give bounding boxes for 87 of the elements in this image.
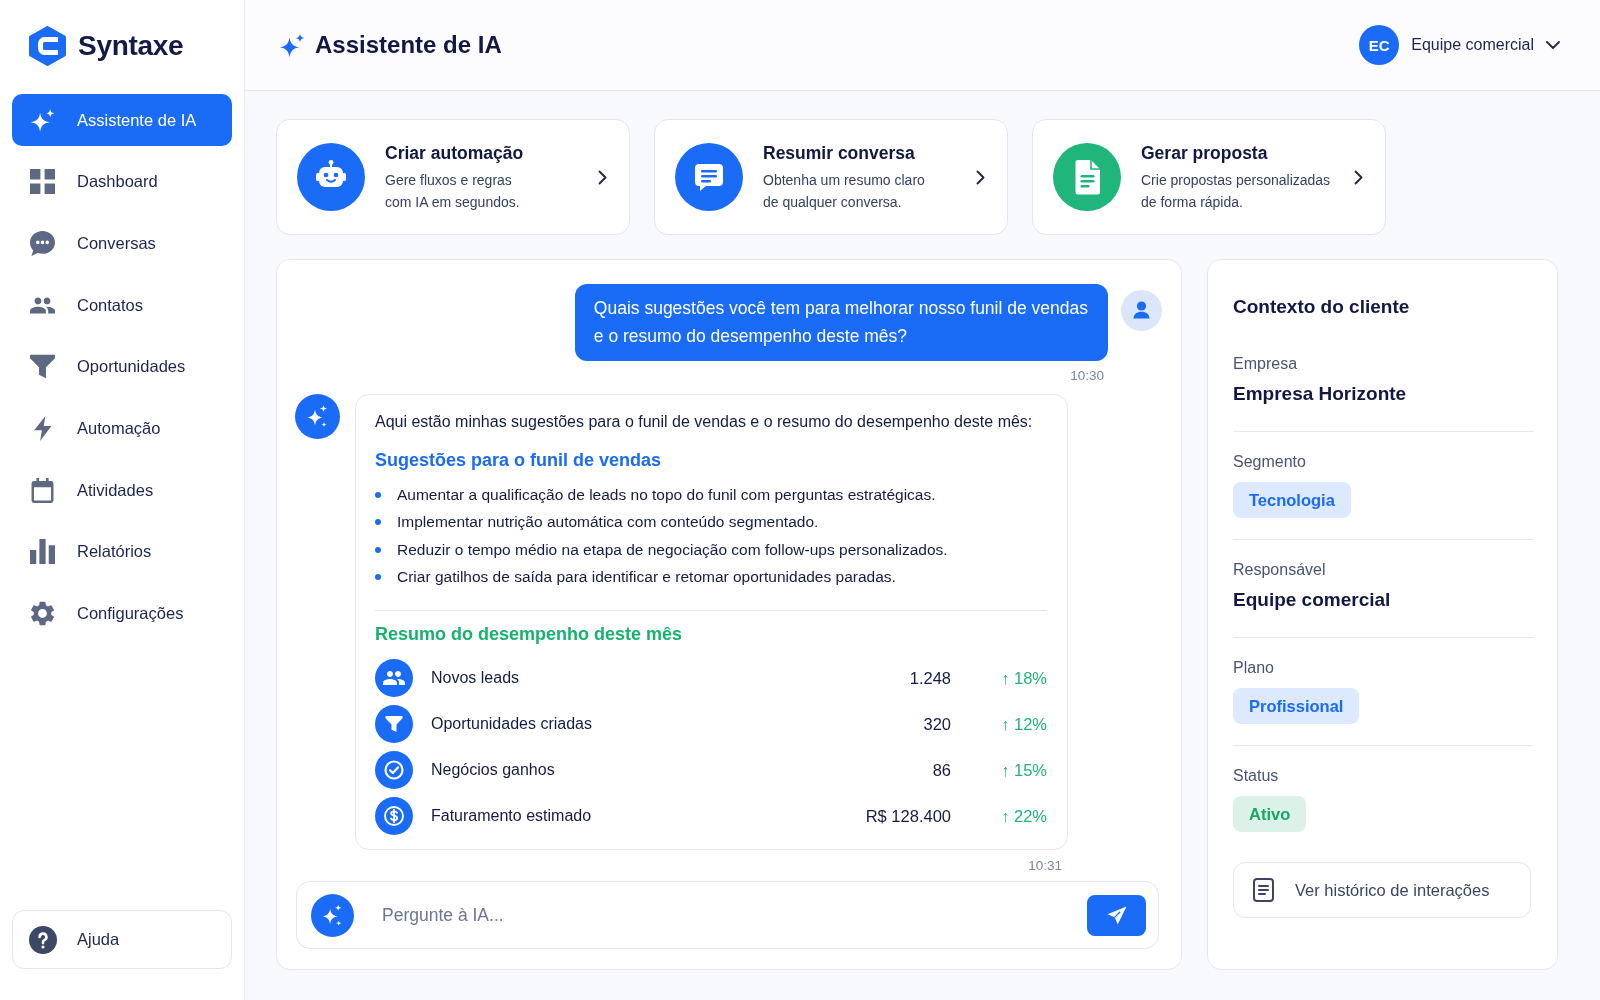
sparkle-icon xyxy=(30,107,55,133)
sidebar-item[interactable]: Relatórios xyxy=(12,525,232,578)
metric-change: ↑ 12% xyxy=(1001,714,1047,734)
metric-value: 86 xyxy=(932,760,951,780)
history-button[interactable]: Ver histórico de interações xyxy=(1233,862,1531,918)
field-label: Empresa xyxy=(1233,354,1298,374)
list-item-text: Implementar nutrição automática com conteúdo segmentado. xyxy=(397,513,819,532)
sparkle-avatar-icon xyxy=(295,394,340,439)
send-icon xyxy=(1106,905,1127,925)
sparkle-icon xyxy=(311,893,354,937)
bullet-icon xyxy=(375,491,381,498)
sidebar-item[interactable]: Assistente de IA xyxy=(12,94,232,146)
help-icon xyxy=(29,925,57,954)
person-avatar-icon xyxy=(1121,290,1162,331)
check-circle-icon xyxy=(375,751,413,789)
bullet-icon xyxy=(375,574,381,581)
document-icon xyxy=(1253,878,1274,902)
metric-change: ↑ 15% xyxy=(1001,760,1047,780)
sidebar-item[interactable]: Automação xyxy=(12,402,232,455)
logo-icon xyxy=(29,26,66,66)
panel-title: Contexto do cliente xyxy=(1233,295,1410,319)
field-label: Segmento xyxy=(1233,452,1306,472)
field-label: Status xyxy=(1233,766,1279,786)
chevron-right-icon xyxy=(976,169,985,185)
people-icon xyxy=(375,659,413,697)
funnel-icon xyxy=(30,354,55,380)
field-label: Plano xyxy=(1233,658,1274,678)
chat-bubble-icon xyxy=(30,230,55,256)
metric-label: Novos leads xyxy=(431,669,520,687)
message-text: Aqui estão minhas sugestões para o funil de vendas e o resumo do desempenho deste mês: xyxy=(375,412,1033,432)
list-item-text: Aumentar a qualificação de leads no topo do funil com perguntas estratégicas. xyxy=(397,485,936,504)
field-value: Equipe comercial xyxy=(1233,588,1391,612)
grid-icon xyxy=(30,169,55,195)
user-avatar: EC xyxy=(1359,25,1400,65)
chevron-right-icon xyxy=(1354,169,1363,185)
card-title: Criar automação xyxy=(385,141,524,164)
field-tag: Tecnologia xyxy=(1233,482,1351,518)
app-name: Syntaxe xyxy=(78,30,184,62)
metric-label: Negócios ganhos xyxy=(431,761,555,779)
user-message: Quais sugestões você tem para melhorar nosso funil de vendas e o resumo do desempenho deste mês? xyxy=(574,284,1108,361)
field-value: Empresa Horizonte xyxy=(1233,382,1407,406)
dollar-icon xyxy=(375,797,413,835)
field-tag: Ativo xyxy=(1233,796,1307,832)
chevron-right-icon xyxy=(598,169,607,185)
settings-icon xyxy=(30,601,55,626)
send-button[interactable] xyxy=(1087,894,1146,936)
quick-action-card[interactable]: Criar automação Gere fluxos e regras com IA em segundos. xyxy=(276,119,630,235)
calendar-icon xyxy=(30,477,55,503)
page-title: Assistente de IA xyxy=(315,31,502,59)
sidebar-item[interactable]: Configurações xyxy=(12,587,232,640)
card-title: Resumir conversa xyxy=(763,141,915,164)
message-time: 10:31 xyxy=(1028,858,1062,874)
card-title: Gerar proposta xyxy=(1141,141,1268,164)
list-item-text: Criar gatilhos de saída para identificar e retomar oportunidades paradas. xyxy=(397,568,896,587)
metric-value: 320 xyxy=(923,714,951,734)
sidebar-item[interactable]: Conversas xyxy=(12,217,232,270)
help-button[interactable]: Ajuda xyxy=(12,910,232,969)
metric-value: R$ 128.400 xyxy=(865,806,951,826)
card-description: Gere fluxos e regras com IA em segundos. xyxy=(385,170,520,212)
section-heading: Resumo do desempenho deste mês xyxy=(375,623,683,646)
metric-label: Faturamento estimado xyxy=(431,807,592,825)
bullet-icon xyxy=(375,519,381,526)
metric-label: Oportunidades criadas xyxy=(431,715,592,733)
chevron-down-icon xyxy=(1546,41,1560,49)
field-tag: Profissional xyxy=(1233,688,1360,724)
sidebar-item[interactable]: Dashboard xyxy=(12,155,232,208)
section-heading: Sugestões para o funil de vendas xyxy=(375,449,662,472)
field-label: Responsável xyxy=(1233,560,1326,580)
message-time: 10:30 xyxy=(1070,368,1104,384)
sidebar-item[interactable]: Oportunidades xyxy=(12,340,232,393)
sparkle-icon xyxy=(279,32,305,58)
metric-change: ↑ 18% xyxy=(1001,668,1047,688)
metric-value: 1.248 xyxy=(909,668,951,688)
quick-action-card[interactable]: Gerar proposta Crie propostas personalizadas de forma rápida. xyxy=(1032,119,1386,235)
funnel-icon xyxy=(375,705,413,743)
bar-chart-icon xyxy=(30,539,55,565)
message-input[interactable]: Pergunte à IA... xyxy=(382,895,1059,935)
card-description: Obtenha um resumo claro de qualquer conversa. xyxy=(763,170,925,212)
user-menu[interactable]: EC Equipe comercial xyxy=(1359,25,1560,65)
sidebar-item[interactable]: Contatos xyxy=(12,279,232,332)
bullet-icon xyxy=(375,546,381,553)
chat-input-bar[interactable]: Pergunte à IA... xyxy=(296,881,1159,949)
sidebar-item[interactable]: Atividades xyxy=(12,464,232,517)
list-item-text: Reduzir o tempo médio na etapa de negociação com follow-ups personalizados. xyxy=(397,540,948,559)
metric-change: ↑ 22% xyxy=(1001,806,1047,826)
card-description: Crie propostas personalizadas de forma rápida. xyxy=(1141,170,1331,212)
quick-action-card[interactable]: Resumir conversa Obtenha um resumo claro de qualquer conversa. xyxy=(654,119,1008,235)
